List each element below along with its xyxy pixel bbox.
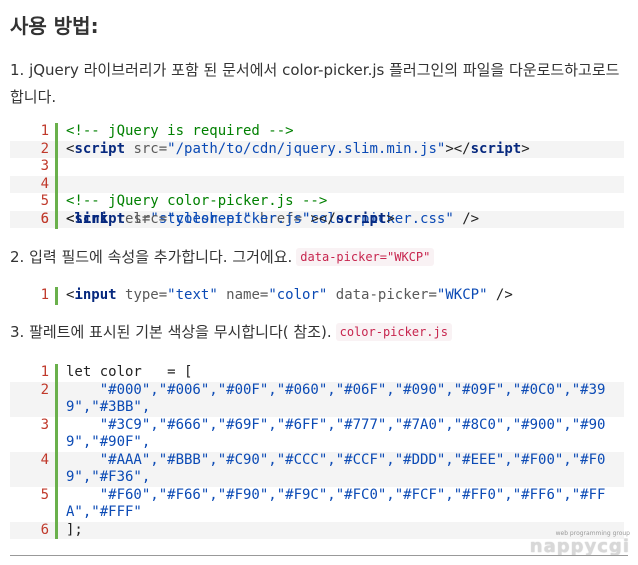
section-heading: 사용 방법: <box>10 14 99 38</box>
line-number: 1 <box>10 287 58 305</box>
code-comment: <!-- jQuery is required --> <box>66 123 294 139</box>
code-line: 2 "#000","#006","#00F","#060","#06F","#0… <box>10 381 624 417</box>
code-string: "#F60","#F66","#F90","#F9C","#FC0","#FCF… <box>66 486 606 521</box>
code-block-2: 1 <input type="text" name="color" data-p… <box>10 287 624 305</box>
code-string: "/path/to/cdn/jquery.slim.min.js" <box>167 140 446 157</box>
code-line: 5 "#F60","#F66","#F90","#F9C","#FC0","#F… <box>10 486 624 522</box>
code-attr: type= <box>116 287 168 303</box>
code-tag: script <box>74 140 126 157</box>
code-punct: ></ <box>445 140 471 157</box>
step-2-text: 2. 입력 필드에 속성을 추가합니다. 그거에요. data-picker="W… <box>10 244 628 271</box>
line-number: 4 <box>10 175 58 193</box>
code-tag: script <box>335 211 387 227</box>
code-line: 1 let color = [ <box>10 364 624 382</box>
code-tag: script <box>470 140 522 157</box>
inline-code: color-picker.js <box>335 323 452 341</box>
line-number: 5 <box>10 193 58 211</box>
step-3-text: 3. 팔레트에 표시된 기본 색상을 무시합니다( 참조). color-pick… <box>10 319 628 346</box>
line-number: 1 <box>10 364 58 382</box>
code-string: "WKCP" <box>436 287 488 303</box>
line-number: 2 <box>10 140 58 158</box>
line-number: 1 <box>10 123 58 141</box>
line-number: 3 <box>10 416 58 452</box>
code-line: 6 <script src="color-picker.js"></script… <box>10 211 624 229</box>
code-line: 4 "#AAA","#BBB","#C90","#CCC","#CCF","#D… <box>10 451 624 487</box>
code-string: "color-picker.js" <box>167 211 311 227</box>
code-line: 2 <script src="/path/to/cdn/jquery.slim.… <box>10 140 624 158</box>
divider <box>10 555 628 556</box>
watermark-big: nappycgi <box>529 536 630 557</box>
code-block-3: 1 let color = [ 2 "#000","#006","#00F","… <box>10 364 624 539</box>
line-number: 3 <box>10 158 58 176</box>
code-tag: script <box>74 211 126 227</box>
line-number: 2 <box>10 381 58 417</box>
code-text: let color = [ <box>66 364 193 380</box>
line-number: 5 <box>10 486 58 522</box>
code-punct: > <box>521 140 530 157</box>
code-line: 5 <!-- jQuery color-picker.js --> <box>10 193 624 211</box>
code-string: "color" <box>268 287 328 303</box>
code-line: 3 "#3C9","#666","#69F","#6FF","#777","#7… <box>10 416 624 452</box>
code-string: "#AAA","#BBB","#C90","#CCC","#CCF","#DDD… <box>66 451 606 486</box>
code-tag: input <box>74 287 117 303</box>
code-attr: src= <box>125 140 168 157</box>
code-attr: data-picker= <box>327 287 437 303</box>
line-number: 6 <box>10 211 58 229</box>
code-punct: ></ <box>310 211 336 227</box>
code-attr: name= <box>217 287 269 303</box>
line-number: 6 <box>10 521 58 539</box>
code-punct: /> <box>487 287 513 303</box>
step-3-label: 3. 팔레트에 표시된 기본 색상을 무시합니다( 참조). <box>10 323 332 341</box>
code-string: "text" <box>167 287 218 303</box>
watermark-logo: web programming group nappycgi <box>530 530 630 557</box>
code-comment: <!-- jQuery color-picker.js --> <box>66 193 328 209</box>
step-1-text: 1. jQuery 라이브러리가 포함 된 문서에서 color-picker.… <box>10 61 620 106</box>
line-number: 4 <box>10 451 58 487</box>
code-punct: > <box>386 211 395 227</box>
page: 사용 방법: 1. jQuery 라이브러리가 포함 된 문서에서 color-… <box>0 0 638 565</box>
code-string: "#000","#006","#00F","#060","#06F","#090… <box>66 381 606 416</box>
step-2-label: 2. 입력 필드에 속성을 추가합니다. 그거에요. <box>10 248 293 266</box>
code-block-1-line-6: 6 <script src="color-picker.js"></script… <box>10 211 624 229</box>
code-line: 1 <!-- jQuery is required --> <box>10 123 624 141</box>
code-string: "#3C9","#666","#69F","#6FF","#777","#7A0… <box>66 416 606 451</box>
inline-code: data-picker="WKCP" <box>296 248 435 266</box>
code-attr: src= <box>125 211 168 227</box>
code-line: 1 <input type="text" name="color" data-p… <box>10 287 624 305</box>
code-line: 4 <box>10 175 624 193</box>
code-line: 3 <box>10 158 624 176</box>
